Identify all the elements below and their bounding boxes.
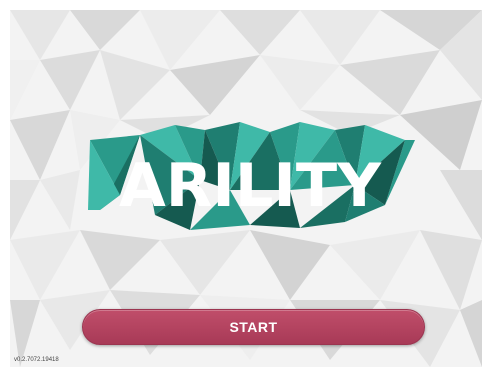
title-screen: ARILITY START v0.2.7072.19418 [0,0,492,367]
version-label: v0.2.7072.19418 [14,357,59,363]
start-button-label: START [229,319,278,335]
logo-title: ARILITY [119,151,383,221]
start-button[interactable]: START [82,309,425,345]
